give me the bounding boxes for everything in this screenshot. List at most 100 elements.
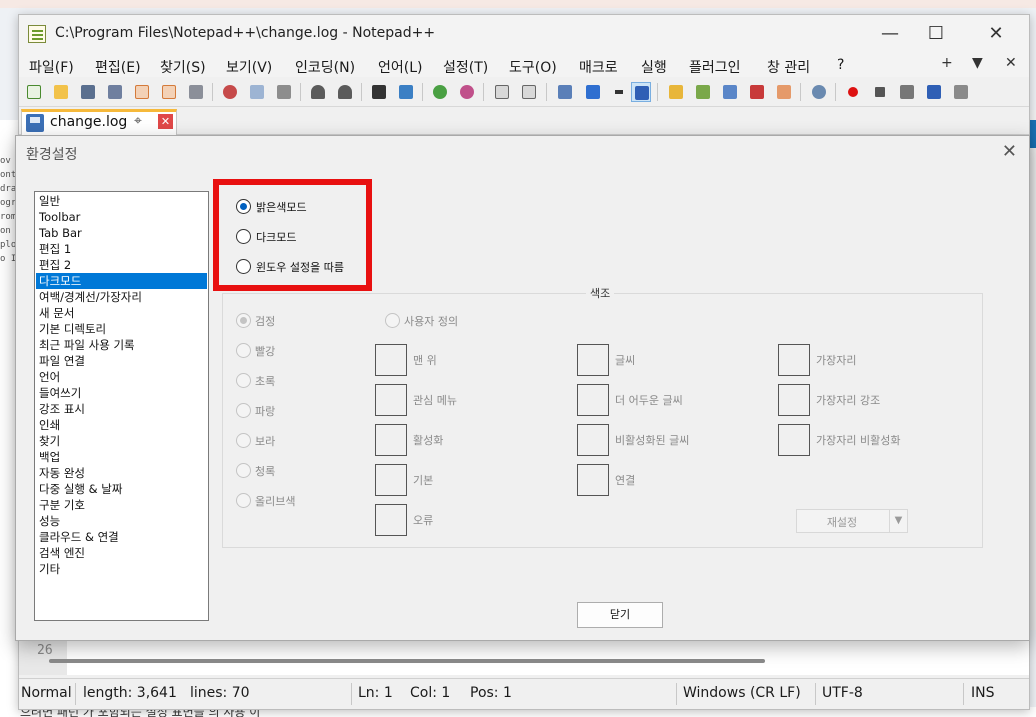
record-macro-icon[interactable] bbox=[843, 82, 863, 102]
save-icon[interactable] bbox=[78, 82, 98, 102]
play-macro-icon[interactable] bbox=[897, 82, 917, 102]
open-file-icon[interactable] bbox=[51, 82, 71, 102]
menu-settings[interactable]: 설정(T) bbox=[443, 57, 488, 77]
category-item[interactable]: 강조 표시 bbox=[36, 401, 207, 417]
menu-run[interactable]: 실행 bbox=[641, 57, 667, 77]
radio-tone-green[interactable] bbox=[236, 373, 251, 388]
redo-icon[interactable] bbox=[335, 82, 355, 102]
folder-workspace-icon[interactable] bbox=[774, 82, 794, 102]
radio-tone-cyan[interactable] bbox=[236, 463, 251, 478]
radio-tone-purple[interactable] bbox=[236, 433, 251, 448]
category-item[interactable]: 성능 bbox=[36, 513, 207, 529]
category-item[interactable]: Tab Bar bbox=[36, 225, 207, 241]
color-swatch-edge[interactable] bbox=[778, 344, 810, 376]
category-item[interactable]: 편집 2 bbox=[36, 257, 207, 273]
category-item[interactable]: 기본 디렉토리 bbox=[36, 321, 207, 337]
stop-macro-icon[interactable] bbox=[870, 82, 890, 102]
radio-tone-olive[interactable] bbox=[236, 493, 251, 508]
color-swatch-darker-text[interactable] bbox=[577, 384, 609, 416]
menu-window[interactable]: 창 관리 bbox=[767, 57, 810, 77]
category-item[interactable]: 다중 실행 & 날짜 bbox=[36, 481, 207, 497]
category-item[interactable]: 새 문서 bbox=[36, 305, 207, 321]
horizontal-scrollbar[interactable] bbox=[49, 659, 765, 663]
new-tab-plus-icon[interactable]: + bbox=[941, 55, 953, 71]
category-item[interactable]: 여백/경계선/가장자리 bbox=[36, 289, 207, 305]
menu-macro[interactable]: 매크로 bbox=[579, 57, 618, 77]
category-item[interactable]: 자동 완성 bbox=[36, 465, 207, 481]
category-item[interactable]: 인쇄 bbox=[36, 417, 207, 433]
monitoring-eye-icon[interactable] bbox=[809, 82, 829, 102]
zoom-out-icon[interactable] bbox=[457, 82, 477, 102]
sync-horizontal-icon[interactable] bbox=[519, 82, 539, 102]
doc-map-icon[interactable] bbox=[693, 82, 713, 102]
category-item[interactable]: 들여쓰기 bbox=[36, 385, 207, 401]
category-item[interactable]: 찾기 bbox=[36, 433, 207, 449]
save-all-icon[interactable] bbox=[105, 82, 125, 102]
new-file-icon[interactable] bbox=[24, 82, 44, 102]
sync-vertical-icon[interactable] bbox=[492, 82, 512, 102]
save-macro-icon[interactable] bbox=[951, 82, 971, 102]
menu-view[interactable]: 보기(V) bbox=[226, 57, 272, 77]
pin-icon[interactable]: ⌖ bbox=[134, 113, 142, 129]
radio-tone-red[interactable] bbox=[236, 343, 251, 358]
tab-list-down-icon[interactable]: ▼ bbox=[972, 55, 983, 71]
radio-tone-blue[interactable] bbox=[236, 403, 251, 418]
find-icon[interactable] bbox=[369, 82, 389, 102]
doc-list-icon[interactable] bbox=[720, 82, 740, 102]
word-wrap-icon[interactable] bbox=[555, 82, 575, 102]
copy-icon[interactable] bbox=[247, 82, 267, 102]
undo-icon[interactable] bbox=[308, 82, 328, 102]
radio-tone-black[interactable] bbox=[236, 313, 251, 328]
category-item[interactable]: 구분 기호 bbox=[36, 497, 207, 513]
user-defined-language-icon[interactable] bbox=[666, 82, 686, 102]
category-item[interactable]: 언어 bbox=[36, 369, 207, 385]
category-list[interactable]: 일반 Toolbar Tab Bar 편집 1 편집 2 다크모드 여백/경계선… bbox=[34, 191, 209, 621]
category-item[interactable]: 최근 파일 사용 기록 bbox=[36, 337, 207, 353]
color-swatch-edge-highlight[interactable] bbox=[778, 384, 810, 416]
color-swatch-error[interactable] bbox=[375, 504, 407, 536]
cut-icon[interactable] bbox=[220, 82, 240, 102]
menu-plugins[interactable]: 플러그인 bbox=[689, 57, 741, 77]
show-all-chars-icon[interactable] bbox=[583, 82, 603, 102]
category-item[interactable]: 파일 연결 bbox=[36, 353, 207, 369]
paste-icon[interactable] bbox=[274, 82, 294, 102]
category-item[interactable]: 검색 엔진 bbox=[36, 545, 207, 561]
indent-guide-icon[interactable] bbox=[631, 82, 651, 102]
replace-icon[interactable] bbox=[396, 82, 416, 102]
toolbar-dropdown-icon[interactable] bbox=[609, 82, 629, 102]
radio-tone-custom[interactable] bbox=[385, 313, 400, 328]
minimize-button[interactable]: — bbox=[867, 21, 913, 47]
zoom-in-icon[interactable] bbox=[430, 82, 450, 102]
maximize-button[interactable]: ☐ bbox=[913, 21, 959, 47]
menu-search[interactable]: 찾기(S) bbox=[160, 57, 206, 77]
print-icon[interactable] bbox=[186, 82, 206, 102]
color-swatch-main[interactable] bbox=[375, 464, 407, 496]
color-swatch-disabled-text[interactable] bbox=[577, 424, 609, 456]
category-item[interactable]: Toolbar bbox=[36, 209, 207, 225]
category-item[interactable]: 클라우드 & 연결 bbox=[36, 529, 207, 545]
dialog-close-icon[interactable]: ✕ bbox=[1002, 141, 1017, 162]
menu-edit[interactable]: 편집(E) bbox=[95, 57, 141, 77]
category-item[interactable]: 백업 bbox=[36, 449, 207, 465]
category-item[interactable]: 편집 1 bbox=[36, 241, 207, 257]
color-swatch-top[interactable] bbox=[375, 344, 407, 376]
close-document-icon[interactable]: ✕ bbox=[1005, 55, 1017, 71]
title-bar[interactable]: C:\Program Files\Notepad++\change.log - … bbox=[19, 15, 1029, 53]
category-item-selected[interactable]: 다크모드 bbox=[36, 273, 207, 289]
reset-button[interactable]: 재설정 ▼ bbox=[796, 509, 908, 533]
color-swatch-edge-disabled[interactable] bbox=[778, 424, 810, 456]
tab-change-log[interactable]: change.log ⌖ ✕ bbox=[21, 109, 177, 135]
close-file-icon[interactable] bbox=[132, 82, 152, 102]
color-swatch-link[interactable] bbox=[577, 464, 609, 496]
menu-tools[interactable]: 도구(O) bbox=[509, 57, 557, 77]
close-dialog-button[interactable]: 닫기 bbox=[577, 602, 663, 628]
run-macro-multiple-icon[interactable] bbox=[924, 82, 944, 102]
category-item[interactable]: 일반 bbox=[36, 193, 207, 209]
menu-language[interactable]: 언어(L) bbox=[378, 57, 422, 77]
function-list-icon[interactable] bbox=[747, 82, 767, 102]
chevron-down-icon[interactable]: ▼ bbox=[889, 510, 907, 532]
menu-file[interactable]: 파일(F) bbox=[29, 57, 74, 77]
color-swatch-text[interactable] bbox=[577, 344, 609, 376]
close-window-button[interactable]: ✕ bbox=[973, 21, 1019, 47]
tab-close-icon[interactable]: ✕ bbox=[158, 114, 173, 129]
